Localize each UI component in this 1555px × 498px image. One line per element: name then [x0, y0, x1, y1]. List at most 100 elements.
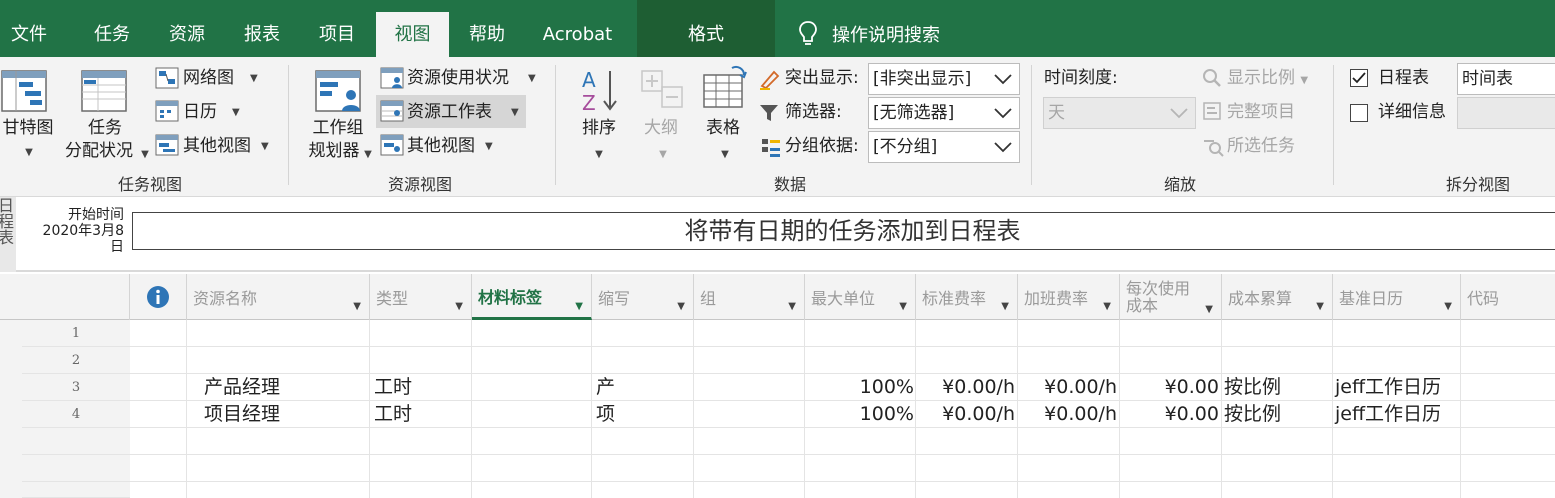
- column-header-label: 标准费率: [922, 289, 987, 308]
- cell-resource-name[interactable]: 项目经理: [204, 401, 280, 428]
- column-header-ovt-rate[interactable]: 加班费率 ▼: [1018, 274, 1120, 320]
- table-row[interactable]: [130, 455, 1555, 482]
- column-header-group[interactable]: 组 ▼: [694, 274, 805, 320]
- tab-format[interactable]: 格式: [637, 12, 775, 57]
- tell-me-search[interactable]: 操作说明搜索: [798, 14, 940, 54]
- chevron-down-icon[interactable]: ▼: [1444, 301, 1452, 312]
- details-view-dropdown: [1457, 97, 1555, 129]
- timeline-view-dropdown[interactable]: 时间表: [1457, 63, 1555, 95]
- details-checkbox[interactable]: [1350, 104, 1368, 122]
- tab-report[interactable]: 报表: [232, 12, 292, 57]
- table-row[interactable]: 产品经理 工时 产 100% ¥0.00/h ¥0.00/h ¥0.00 按比例…: [130, 374, 1555, 401]
- row-header[interactable]: [22, 455, 130, 482]
- zoom-group-label: 缩放: [1163, 175, 1196, 194]
- indicators-column-header[interactable]: [130, 274, 187, 320]
- tables-label: 表格: [706, 118, 740, 138]
- cell-cost-per-use[interactable]: ¥0.00: [1120, 374, 1219, 401]
- chevron-down-icon[interactable]: ▼: [1205, 301, 1213, 318]
- cell-initials[interactable]: 产: [596, 374, 615, 401]
- group-divider: [1333, 65, 1334, 185]
- row-header[interactable]: [22, 428, 130, 455]
- column-header-label: 基准日历: [1339, 289, 1404, 308]
- cell-std-rate[interactable]: ¥0.00/h: [916, 374, 1015, 401]
- chevron-down-icon: ▼: [25, 147, 33, 158]
- search-label: 操作说明搜索: [832, 25, 940, 46]
- chevron-down-icon: ▼: [250, 73, 258, 84]
- cell-base-calendar[interactable]: jeff工作日历: [1335, 374, 1441, 401]
- table-row[interactable]: [130, 347, 1555, 374]
- column-header-accrue[interactable]: 成本累算 ▼: [1222, 274, 1333, 320]
- cell-max-units[interactable]: 100%: [805, 374, 914, 401]
- select-all-corner[interactable]: [22, 274, 130, 320]
- cell-accrue[interactable]: 按比例: [1224, 374, 1281, 401]
- row-header[interactable]: [22, 482, 130, 498]
- calendar-label: 日历: [183, 102, 217, 122]
- outline-label: 大纲: [644, 118, 678, 138]
- tables-icon: [703, 65, 747, 108]
- column-header-base-calendar[interactable]: 基准日历 ▼: [1333, 274, 1461, 320]
- network-diagram-icon: [155, 67, 179, 89]
- cell-cost-per-use[interactable]: ¥0.00: [1120, 401, 1219, 428]
- column-header-material-label[interactable]: 材料标签 ▼: [472, 274, 592, 320]
- tab-help[interactable]: 帮助: [457, 12, 517, 57]
- column-header-code[interactable]: 代码: [1461, 274, 1555, 320]
- network-diagram-label: 网络图: [183, 68, 234, 88]
- chevron-down-icon[interactable]: ▼: [575, 301, 583, 312]
- timeline-checkbox[interactable]: [1350, 69, 1368, 87]
- timeline-pane[interactable]: 日程表 开始时间 2020年3月8日 将带有日期的任务添加到日程表: [0, 197, 1555, 272]
- tab-project[interactable]: 项目: [307, 12, 367, 57]
- cell-ovt-rate[interactable]: ¥0.00/h: [1018, 374, 1117, 401]
- chevron-down-icon[interactable]: ▼: [455, 301, 463, 312]
- cell-ovt-rate[interactable]: ¥0.00/h: [1018, 401, 1117, 428]
- cell-max-units[interactable]: 100%: [805, 401, 914, 428]
- task-usage-icon: [81, 70, 127, 112]
- timeline-bar[interactable]: 将带有日期的任务添加到日程表: [132, 212, 1555, 250]
- chevron-down-icon[interactable]: ▼: [353, 301, 361, 312]
- resource-other-views-label: 其他视图: [407, 136, 475, 156]
- chevron-down-icon: [1170, 108, 1188, 119]
- group-by-dropdown[interactable]: [不分组]: [868, 131, 1020, 163]
- chevron-down-icon[interactable]: ▼: [899, 301, 907, 312]
- cell-type[interactable]: 工时: [374, 401, 412, 428]
- highlight-dropdown[interactable]: [非突出显示]: [868, 63, 1020, 95]
- table-row[interactable]: [130, 320, 1555, 347]
- chevron-down-icon: ▼: [659, 149, 667, 160]
- tab-file[interactable]: 文件: [0, 12, 58, 57]
- row-header[interactable]: 2: [22, 347, 130, 374]
- chevron-down-icon[interactable]: ▼: [1001, 301, 1009, 312]
- tab-acrobat[interactable]: Acrobat: [535, 12, 620, 57]
- row-header[interactable]: 4: [22, 401, 130, 428]
- resource-sheet-grid[interactable]: 资源名称 ▼ 类型 ▼ 材料标签 ▼ 缩写 ▼ 组 ▼ 最大单位 ▼ 标准费率 ▼ 加班费率 ▼…: [0, 274, 1555, 498]
- column-header-label: 资源名称: [193, 289, 258, 308]
- chevron-down-icon[interactable]: ▼: [677, 301, 685, 312]
- table-row[interactable]: 项目经理 工时 项 100% ¥0.00/h ¥0.00/h ¥0.00 按比例…: [130, 401, 1555, 428]
- column-header-initials[interactable]: 缩写 ▼: [592, 274, 694, 320]
- task-usage-label-2: 分配状况: [65, 141, 133, 161]
- tab-resource[interactable]: 资源: [157, 12, 217, 57]
- chevron-down-icon[interactable]: ▼: [1103, 301, 1111, 312]
- column-header-max-units[interactable]: 最大单位 ▼: [805, 274, 916, 320]
- row-header[interactable]: 3: [22, 374, 130, 401]
- tab-task[interactable]: 任务: [82, 12, 142, 57]
- tab-view[interactable]: 视图: [376, 12, 449, 57]
- chevron-down-icon[interactable]: ▼: [1316, 301, 1324, 312]
- row-header[interactable]: 1: [22, 320, 130, 347]
- task-views-group-label: 任务视图: [117, 175, 182, 194]
- cell-accrue[interactable]: 按比例: [1224, 401, 1281, 428]
- table-row[interactable]: [130, 428, 1555, 455]
- highlight-value: [非突出显示]: [873, 69, 972, 89]
- row-header-strip: [0, 320, 22, 498]
- column-header-std-rate[interactable]: 标准费率 ▼: [916, 274, 1018, 320]
- selected-tasks-button: 所选任务: [1227, 136, 1295, 156]
- filter-dropdown[interactable]: [无筛选器]: [868, 97, 1020, 129]
- column-header-type[interactable]: 类型 ▼: [370, 274, 472, 320]
- cell-std-rate[interactable]: ¥0.00/h: [916, 401, 1015, 428]
- cell-type[interactable]: 工时: [374, 374, 412, 401]
- cell-initials[interactable]: 项: [596, 401, 615, 428]
- cell-resource-name[interactable]: 产品经理: [204, 374, 280, 401]
- filter-icon: [760, 105, 778, 121]
- chevron-down-icon[interactable]: ▼: [788, 301, 796, 312]
- cell-base-calendar[interactable]: jeff工作日历: [1335, 401, 1441, 428]
- column-header-resource-name[interactable]: 资源名称 ▼: [187, 274, 370, 320]
- column-header-cost-per-use[interactable]: 每次使用 成本 ▼: [1120, 274, 1222, 320]
